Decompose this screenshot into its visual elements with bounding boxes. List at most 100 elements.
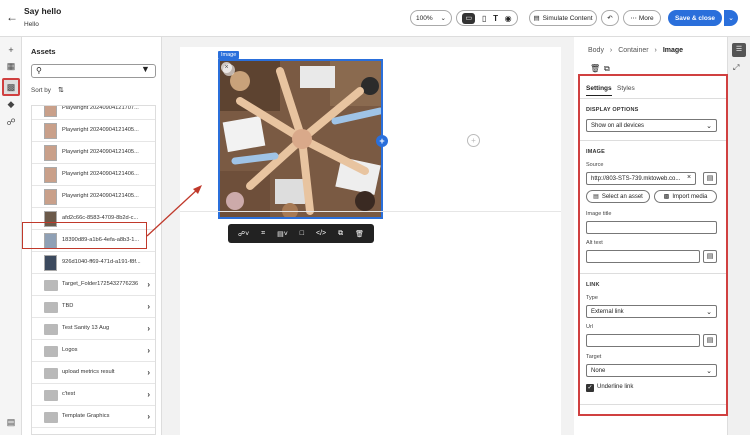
undo-button[interactable]: ↶ (601, 10, 619, 26)
import-media-button[interactable]: ▩ Import media (654, 190, 717, 203)
editor-canvas: Image × + + ☍˅ ⌗ ▤˅ □ </> ⧉ 🗑 (162, 37, 574, 435)
email-body: Image × + + ☍˅ ⌗ ▤˅ □ </> ⧉ 🗑 (180, 47, 561, 435)
alt-text-field[interactable] (586, 250, 700, 263)
asset-label: TBD (62, 303, 74, 309)
link-type-select[interactable]: External link ⌄ (586, 305, 717, 318)
save-options-chevron-icon[interactable]: ⌄ (724, 10, 738, 26)
properties-icon[interactable]: ☰ (732, 43, 746, 57)
personalize-icon[interactable]: ▤ (703, 250, 717, 263)
asset-folder-row[interactable]: Target_Folder1725432776236 › (32, 274, 155, 296)
target-select[interactable]: None ⌄ (586, 364, 717, 377)
delete-icon[interactable]: 🗑 (355, 230, 364, 238)
select-asset-label: Select an asset (601, 193, 643, 200)
divider (580, 273, 726, 274)
add-icon[interactable]: + (4, 43, 18, 57)
asset-image-row[interactable]: Playwright 20240904121405... (32, 142, 155, 164)
source-field[interactable]: http://803-STS-739.mktoweb.co... (586, 172, 696, 185)
chevron-down-icon: ⌄ (706, 123, 712, 130)
image-replace-icon[interactable]: ▤˅ (277, 230, 288, 238)
asset-image-row[interactable]: Playwright 20240904121406... (32, 164, 155, 186)
asset-folder-row[interactable]: c'test › (32, 384, 155, 406)
folder-icon (44, 302, 58, 313)
alt-text-label: Alt text (586, 240, 603, 246)
filter-icon[interactable]: ▼ (141, 64, 150, 74)
select-asset-button[interactable]: ▤ Select an asset (586, 190, 650, 203)
desktop-icon[interactable]: ▭ (462, 12, 476, 24)
page-title: Say hello (24, 6, 62, 16)
zoom-select[interactable]: 100% ⌄ (410, 10, 452, 26)
selected-image[interactable] (218, 59, 383, 219)
breadcrumb-body[interactable]: Body (588, 47, 604, 54)
asset-folder-row[interactable]: upload metrics result › (32, 362, 155, 384)
source-label: Source (586, 162, 604, 168)
asset-label: c'test (62, 391, 76, 397)
asset-folder-row[interactable]: Template Graphics › (32, 406, 155, 428)
simulate-icon: ▤ (533, 15, 540, 22)
crop-icon[interactable]: ⌗ (261, 230, 265, 238)
duplicate-icon[interactable]: ⧉ (338, 230, 343, 238)
undo-icon: ↶ (607, 15, 613, 22)
link-icon[interactable]: ☍ (4, 115, 18, 129)
empty-column-add-icon[interactable]: + (467, 134, 480, 147)
delete-icon[interactable]: 🗑 (590, 64, 600, 73)
asset-label: Logos (62, 347, 78, 353)
text-mode-icon[interactable]: T (493, 14, 498, 23)
back-arrow-icon[interactable]: ← (6, 10, 20, 24)
asset-folder-row[interactable]: TBD › (32, 296, 155, 318)
highlighted-asset-box (22, 222, 147, 249)
add-component-icon[interactable]: + (376, 135, 388, 147)
properties-content: Settings Styles DISPLAY OPTIONS Show on … (580, 76, 726, 414)
underline-checkbox[interactable]: ✓ (586, 384, 594, 392)
url-label: Url (586, 324, 594, 330)
annotation-arrow (147, 185, 202, 237)
mobile-icon[interactable]: ▯ (482, 14, 486, 23)
source-value: http://803-STS-739.mktoweb.co... (591, 176, 681, 182)
image-thumbnail (44, 167, 57, 183)
tabs-divider (580, 98, 726, 99)
image-title-label: Image title (586, 211, 612, 217)
assets-icon[interactable]: ▩ (2, 78, 20, 96)
clear-icon[interactable]: × (687, 174, 691, 181)
display-options-select[interactable]: Show on all devices ⌄ (586, 119, 717, 132)
url-field[interactable] (586, 334, 700, 347)
tab-settings[interactable]: Settings (586, 85, 612, 96)
chevron-right-icon: › (147, 302, 150, 311)
asset-image-row[interactable]: Playwright 20240904121405... (32, 120, 155, 142)
breadcrumb-container[interactable]: Container (618, 47, 648, 54)
image-thumbnail (44, 106, 57, 117)
url-personalize-icon[interactable]: ▤ (703, 334, 717, 347)
chevron-right-icon: › (147, 368, 150, 377)
tab-styles[interactable]: Styles (617, 85, 635, 92)
assets-title: Assets (31, 47, 56, 56)
link-icon[interactable]: ☍˅ (238, 230, 249, 238)
select-parent-icon[interactable]: □ (300, 230, 304, 237)
asset-folder-row[interactable]: Test Sanity 13 Aug › (32, 318, 155, 340)
more-icon: ⋯ (630, 15, 637, 22)
sort-order-icon[interactable]: ⇅ (58, 86, 64, 94)
search-icon: ⚲ (36, 66, 42, 75)
zoom-value: 100% (416, 14, 433, 22)
image-picker-icon[interactable]: ▤ (703, 172, 717, 185)
asset-image-row[interactable]: 926d1040-ff69-471d-a191-f8f... (32, 252, 155, 274)
simulate-content-button[interactable]: ▤ Simulate Content (529, 10, 597, 26)
device-toggle-group: ▭ ▯ T ◉ (456, 10, 518, 26)
folder-icon (44, 280, 58, 291)
asset-image-row[interactable]: Playwright 20240904121405... (32, 186, 155, 208)
remove-image-icon[interactable]: × (221, 62, 232, 73)
asset-image-row[interactable]: Playwright 20240904121707... (32, 106, 155, 120)
folder-icon (44, 368, 58, 379)
layers-icon[interactable]: ◆ (4, 97, 18, 111)
more-button[interactable]: ⋯ More (623, 10, 661, 26)
settings-bottom-icon[interactable]: ▤ (4, 415, 18, 429)
right-rail: ☰ ⤢ (727, 37, 750, 435)
search-input[interactable]: ⚲ (31, 64, 156, 78)
target-value: None (591, 368, 606, 374)
expand-icon[interactable]: ⤢ (733, 63, 739, 73)
duplicate-icon[interactable]: ⧉ (604, 64, 610, 74)
code-icon[interactable]: </> (316, 230, 326, 237)
fragments-icon[interactable]: ▦ (4, 59, 18, 73)
save-close-button[interactable]: Save & close (668, 10, 722, 26)
preview-eye-icon[interactable]: ◉ (505, 14, 512, 23)
image-title-field[interactable] (586, 221, 717, 234)
asset-folder-row[interactable]: Logos › (32, 340, 155, 362)
